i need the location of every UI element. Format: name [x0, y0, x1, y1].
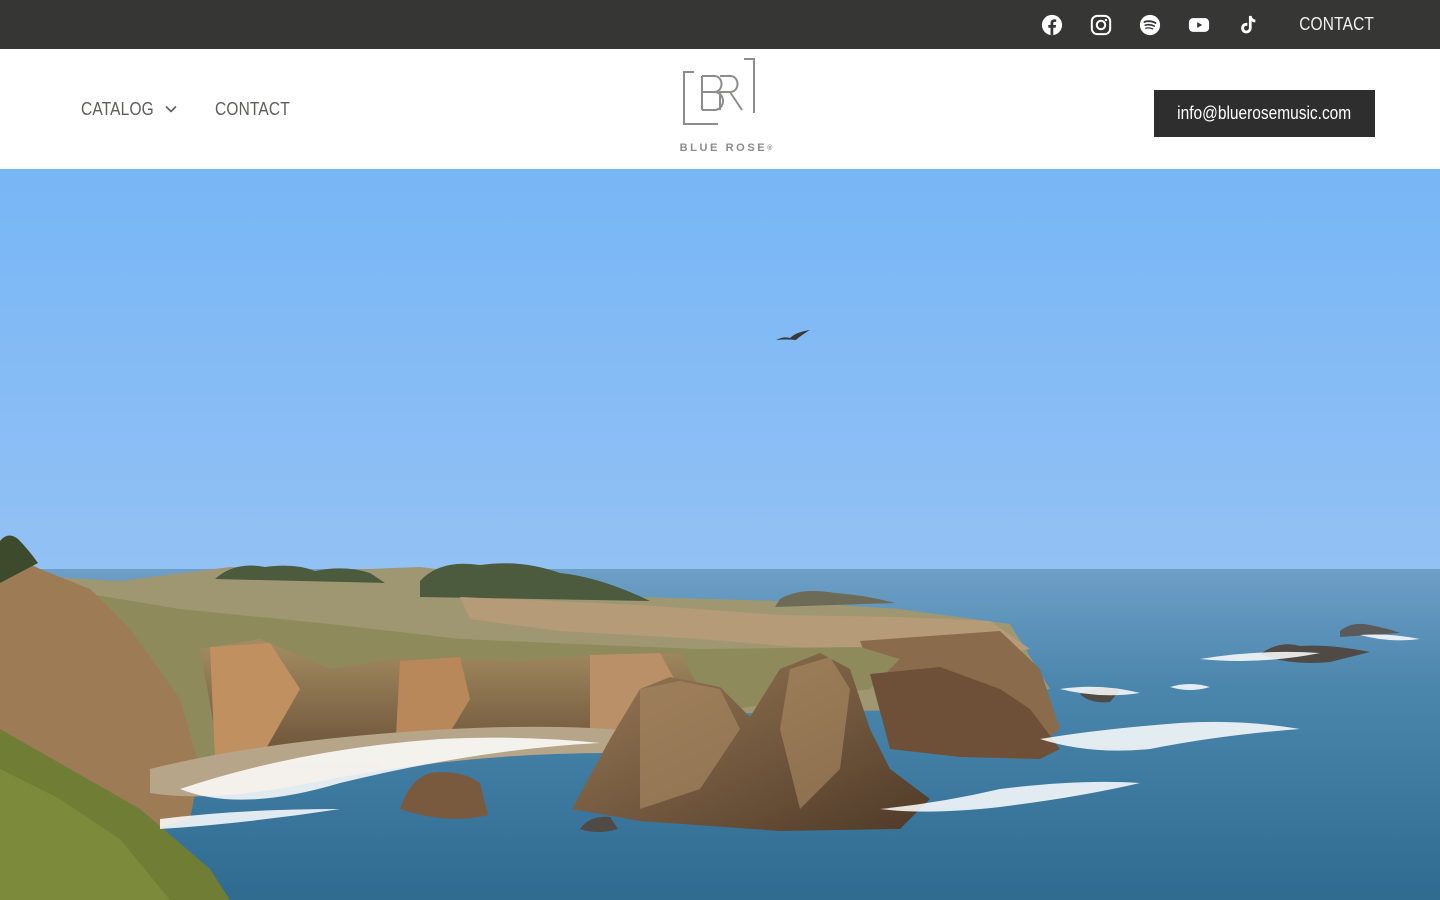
logo-brand-name: BLUE ROSE [679, 142, 768, 154]
email-button-label: info@bluerosemusic.com [1177, 103, 1352, 123]
instagram-icon[interactable] [1089, 13, 1113, 37]
youtube-icon[interactable] [1187, 13, 1211, 37]
nav-contact-label: CONTACT [215, 98, 290, 119]
social-links [1040, 13, 1260, 37]
chevron-down-icon [165, 105, 177, 113]
blue-rose-logo[interactable]: BLUE ROSE® [674, 58, 778, 158]
site-header: CATALOG CONTACT BLUE ROSE® info@bluerose… [0, 49, 1440, 169]
logo-wordmark: BLUE ROSE® [674, 142, 778, 154]
tiktok-icon[interactable] [1236, 13, 1260, 37]
coastal-cliffs-illustration [0, 169, 1440, 900]
facebook-icon[interactable] [1040, 13, 1064, 37]
spotify-icon[interactable] [1138, 13, 1162, 37]
nav-catalog[interactable]: CATALOG [81, 99, 215, 120]
top-bar: CONTACT [0, 0, 1440, 49]
hero-image [0, 169, 1440, 900]
br-monogram-icon [683, 58, 755, 125]
nav-catalog-label: CATALOG [81, 98, 154, 119]
main-nav: CATALOG CONTACT [81, 49, 302, 169]
logo-registered-mark: ® [767, 145, 773, 152]
nav-contact[interactable]: CONTACT [215, 99, 302, 120]
top-contact-link[interactable]: CONTACT [1299, 14, 1374, 35]
email-button[interactable]: info@bluerosemusic.com [1154, 90, 1375, 137]
